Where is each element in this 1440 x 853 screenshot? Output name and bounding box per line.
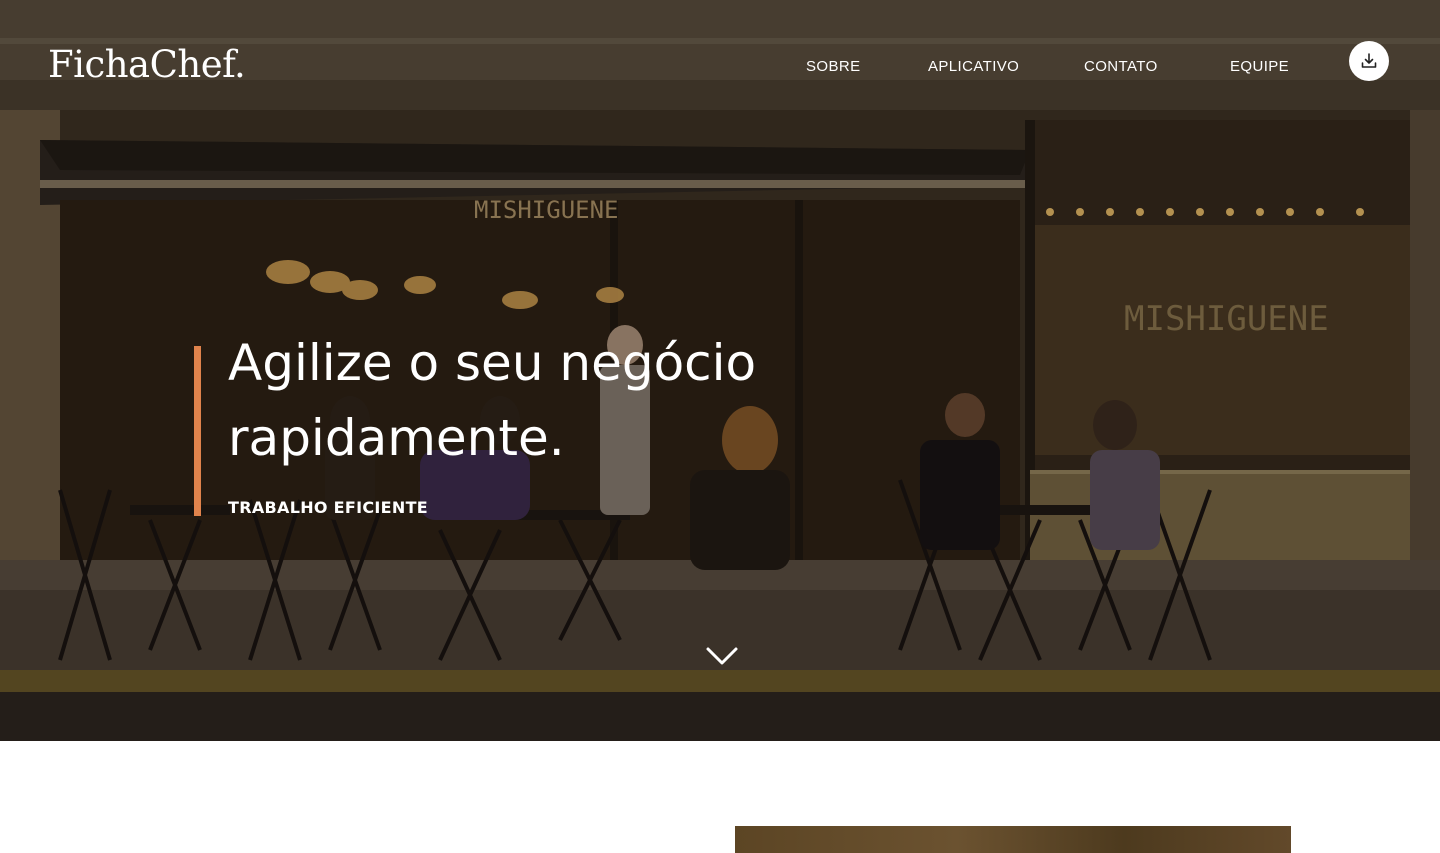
brand-logo[interactable]: FichaChef. [48,42,246,88]
download-button[interactable] [1349,41,1389,81]
hero-section: MISHIGUENE MISHIGUENE FichaChef. SOBRE A… [0,0,1440,741]
nav-link-aplicativo[interactable]: APLICATIVO [928,58,1019,76]
hero-headline: Agilize o seu negócio rapidamente. [228,334,757,467]
nav-link-sobre[interactable]: SOBRE [806,58,861,76]
nav-link-contato[interactable]: CONTATO [1084,58,1158,76]
section-preview-image [735,826,1291,853]
headline-accent-bar [194,346,201,516]
chevron-down-icon[interactable] [705,644,739,668]
download-icon [1361,53,1377,68]
hero-subheadline: TRABALHO EFICIENTE [228,498,429,517]
landing-page: MISHIGUENE MISHIGUENE FichaChef. SOBRE A… [0,0,1440,853]
nav-link-equipe[interactable]: EQUIPE [1230,58,1289,76]
